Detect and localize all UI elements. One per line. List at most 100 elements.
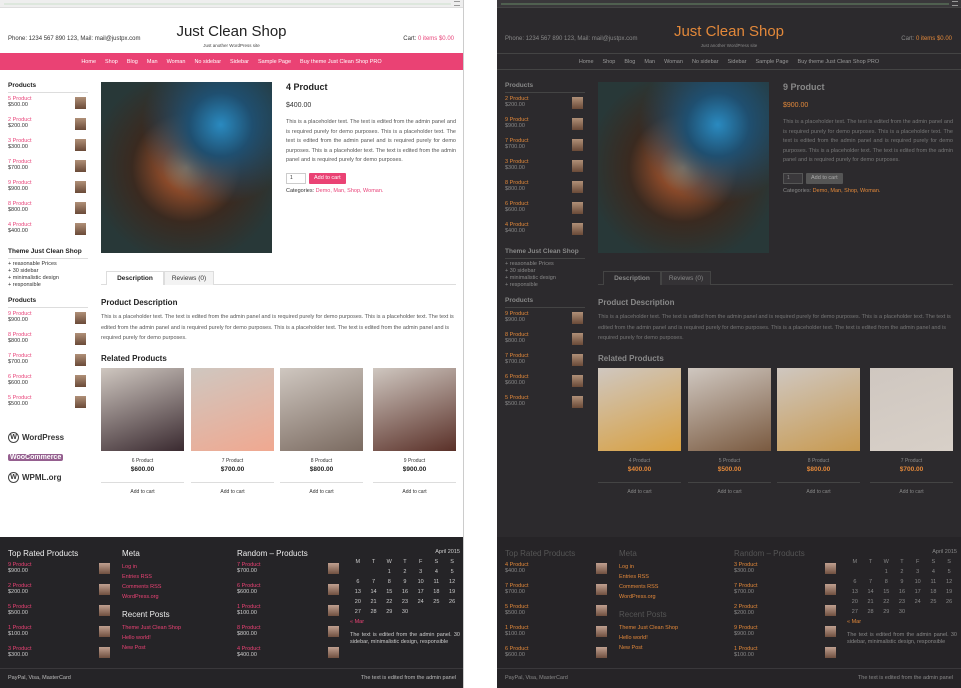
- meta-link[interactable]: Entries RSS: [619, 572, 719, 582]
- recent-post-link[interactable]: Theme Just Clean Shop: [122, 623, 222, 633]
- nav-item-0[interactable]: Home: [81, 59, 96, 65]
- footer-product-item[interactable]: 4 Product $400.00: [505, 562, 607, 583]
- site-title[interactable]: Just Clean Shop: [0, 23, 463, 41]
- quantity-input[interactable]: 1: [286, 172, 306, 184]
- footer-product-thumbnail[interactable]: [328, 563, 339, 574]
- wpml-logo[interactable]: W WPML.org: [8, 467, 88, 487]
- footer-product-thumbnail[interactable]: [825, 647, 836, 658]
- nav-item-6[interactable]: Sidebar: [728, 59, 747, 65]
- nav-item-8[interactable]: Buy theme Just Clean Shop PRO: [300, 59, 382, 65]
- footer-product-thumbnail[interactable]: [825, 626, 836, 637]
- related-add-to-cart-button[interactable]: Add to cart: [688, 482, 771, 495]
- sidebar-product-item[interactable]: 7 Product $700.00: [505, 137, 585, 158]
- footer-product-item[interactable]: 4 Product $400.00: [237, 646, 339, 667]
- footer-product-item[interactable]: 5 Product $500.00: [505, 604, 607, 625]
- footer-product-item[interactable]: 1 Product $100.00: [734, 646, 836, 667]
- calendar-prev-link[interactable]: « Mar: [847, 619, 957, 625]
- footer-product-thumbnail[interactable]: [99, 584, 110, 595]
- related-add-to-cart-button[interactable]: Add to cart: [191, 482, 274, 495]
- related-product-name[interactable]: 6 Product: [101, 458, 184, 464]
- site-brand[interactable]: Just Clean Shop Just another WordPress s…: [497, 23, 961, 48]
- categories-links[interactable]: Demo, Man, Shop, Woman.: [813, 188, 881, 194]
- related-product-name[interactable]: 9 Product: [373, 458, 456, 464]
- footer-product-thumbnail[interactable]: [99, 605, 110, 616]
- add-to-cart-button[interactable]: Add to cart: [806, 172, 843, 184]
- sidebar-product-item[interactable]: 7 Product $700.00: [8, 352, 88, 373]
- related-add-to-cart-button[interactable]: Add to cart: [280, 482, 363, 495]
- product-thumbnail[interactable]: [75, 139, 86, 151]
- header-cart[interactable]: Cart: 0 items $0.00: [901, 36, 952, 42]
- product-thumbnail[interactable]: [572, 333, 583, 345]
- nav-item-7[interactable]: Sample Page: [756, 59, 789, 65]
- footer-product-item[interactable]: 1 Product $100.00: [505, 625, 607, 646]
- product-thumbnail[interactable]: [572, 396, 583, 408]
- footer-product-thumbnail[interactable]: [99, 563, 110, 574]
- product-thumbnail[interactable]: [572, 139, 583, 151]
- tab-reviews[interactable]: Reviews (0): [661, 271, 711, 285]
- sidebar-product-item[interactable]: 5 Product $500.00: [8, 394, 88, 415]
- nav-item-6[interactable]: Sidebar: [230, 59, 249, 65]
- product-thumbnail[interactable]: [572, 354, 583, 366]
- site-title[interactable]: Just Clean Shop: [497, 23, 961, 41]
- product-thumbnail[interactable]: [572, 375, 583, 387]
- wordpress-logo[interactable]: W WordPress: [8, 427, 88, 447]
- nav-item-5[interactable]: No sidebar: [194, 59, 221, 65]
- product-image[interactable]: [101, 82, 272, 253]
- related-product-image[interactable]: [688, 368, 771, 451]
- footer-product-thumbnail[interactable]: [596, 563, 607, 574]
- sidebar-product-item[interactable]: 8 Product $800.00: [505, 331, 585, 352]
- footer-product-thumbnail[interactable]: [825, 605, 836, 616]
- recent-post-link[interactable]: Hello world!: [122, 633, 222, 643]
- quantity-input[interactable]: 1: [783, 172, 803, 184]
- nav-item-3[interactable]: Man: [147, 59, 158, 65]
- sidebar-product-item[interactable]: 6 Product $600.00: [505, 373, 585, 394]
- categories-links[interactable]: Demo, Man, Shop, Woman.: [316, 188, 384, 194]
- footer-product-thumbnail[interactable]: [596, 626, 607, 637]
- sidebar-product-item[interactable]: 3 Product $300.00: [8, 137, 88, 158]
- footer-product-item[interactable]: 6 Product $600.00: [505, 646, 607, 667]
- sidebar-product-item[interactable]: 6 Product $600.00: [8, 373, 88, 394]
- product-image[interactable]: [598, 82, 769, 253]
- related-add-to-cart-button[interactable]: Add to cart: [373, 482, 456, 495]
- tab-description[interactable]: Description: [603, 271, 661, 285]
- related-product-image[interactable]: [373, 368, 456, 451]
- footer-product-item[interactable]: 3 Product $300.00: [734, 562, 836, 583]
- cart-summary[interactable]: 0 items $0.00: [418, 36, 454, 42]
- footer-product-item[interactable]: 1 Product $100.00: [8, 625, 110, 646]
- product-thumbnail[interactable]: [572, 118, 583, 130]
- site-brand[interactable]: Just Clean Shop Just another WordPress s…: [0, 23, 463, 48]
- product-thumbnail[interactable]: [75, 396, 86, 408]
- footer-product-thumbnail[interactable]: [328, 605, 339, 616]
- product-thumbnail[interactable]: [75, 181, 86, 193]
- footer-product-thumbnail[interactable]: [825, 584, 836, 595]
- related-add-to-cart-button[interactable]: Add to cart: [101, 482, 184, 495]
- recent-post-link[interactable]: Hello world!: [619, 633, 719, 643]
- footer-product-item[interactable]: 6 Product $600.00: [237, 583, 339, 604]
- nav-item-4[interactable]: Woman: [664, 59, 683, 65]
- meta-link[interactable]: Comments RSS: [122, 582, 222, 592]
- footer-product-item[interactable]: 7 Product $700.00: [237, 562, 339, 583]
- related-product-image[interactable]: [280, 368, 363, 451]
- product-thumbnail[interactable]: [75, 223, 86, 235]
- footer-product-thumbnail[interactable]: [596, 605, 607, 616]
- tab-reviews[interactable]: Reviews (0): [164, 271, 214, 285]
- product-thumbnail[interactable]: [572, 312, 583, 324]
- footer-product-thumbnail[interactable]: [596, 584, 607, 595]
- meta-link[interactable]: Comments RSS: [619, 582, 719, 592]
- product-thumbnail[interactable]: [572, 160, 583, 172]
- sidebar-product-item[interactable]: 8 Product $800.00: [505, 179, 585, 200]
- product-thumbnail[interactable]: [75, 333, 86, 345]
- footer-product-thumbnail[interactable]: [328, 626, 339, 637]
- nav-item-8[interactable]: Buy theme Just Clean Shop PRO: [798, 59, 880, 65]
- sidebar-product-item[interactable]: 2 Product $200.00: [505, 95, 585, 116]
- sidebar-product-item[interactable]: 4 Product $400.00: [8, 221, 88, 242]
- recent-post-link[interactable]: New Post: [619, 643, 719, 653]
- sidebar-product-item[interactable]: 2 Product $200.00: [8, 116, 88, 137]
- product-thumbnail[interactable]: [75, 354, 86, 366]
- add-to-cart-button[interactable]: Add to cart: [309, 172, 346, 184]
- menu-icon[interactable]: [454, 1, 460, 6]
- footer-product-thumbnail[interactable]: [99, 626, 110, 637]
- nav-item-7[interactable]: Sample Page: [258, 59, 291, 65]
- footer-product-item[interactable]: 1 Product $100.00: [237, 604, 339, 625]
- footer-product-item[interactable]: 3 Product $300.00: [8, 646, 110, 667]
